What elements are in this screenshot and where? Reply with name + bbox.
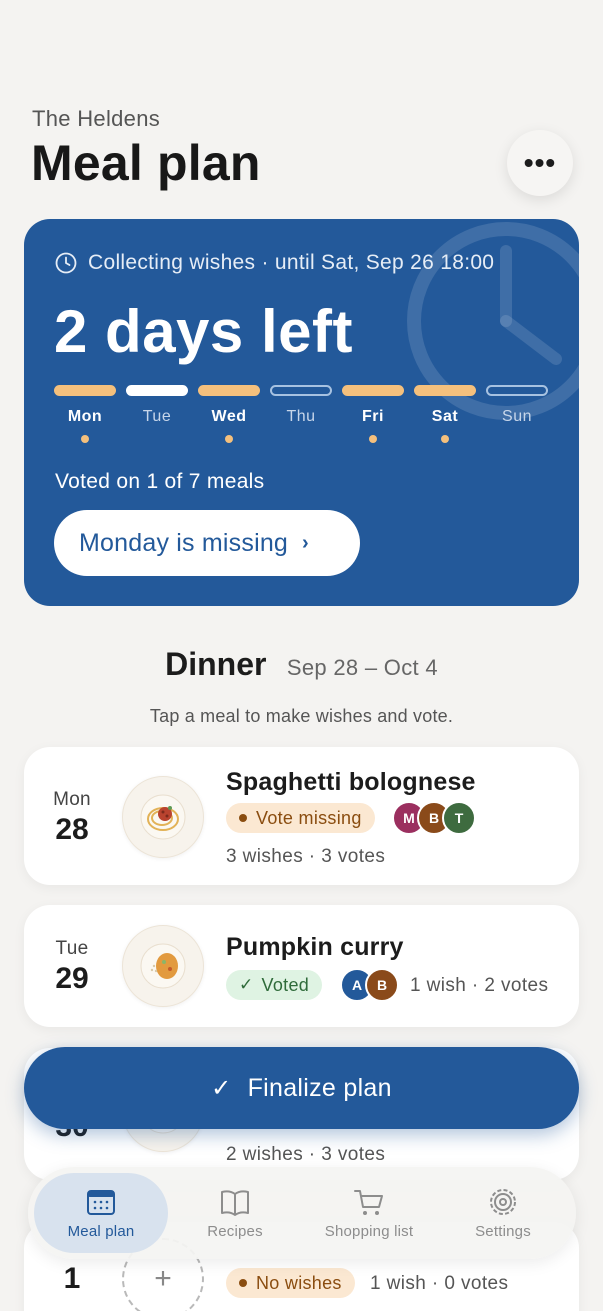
meal-day-number: 1 — [63, 1262, 81, 1295]
tab-label: Settings — [475, 1222, 531, 1240]
checkmark-icon: ✓ — [239, 975, 254, 994]
status-badge: ✓ Voted — [226, 970, 323, 1000]
day-progress-bar — [126, 385, 188, 396]
week-day-wed[interactable]: Wed — [198, 385, 260, 443]
day-label: Mon — [67, 408, 103, 425]
cart-icon — [354, 1189, 383, 1215]
day-progress-bar — [198, 385, 260, 396]
page-title: Meal plan — [31, 135, 261, 191]
date-range: Sep 28 – Oct 4 — [286, 655, 438, 680]
day-progress-bar — [486, 385, 548, 396]
meal-stats: 1 wish · 2 votes — [410, 975, 549, 996]
meal-plate-image — [122, 776, 204, 858]
tab-label: Shopping list — [324, 1222, 414, 1240]
calendar-icon — [87, 1189, 115, 1215]
day-label: Thu — [286, 408, 316, 425]
avatar: B — [365, 968, 399, 1002]
ellipsis-icon: ••• — [523, 147, 557, 178]
voted-dot — [369, 435, 377, 443]
status-badge: Vote missing — [226, 803, 375, 833]
tab-label: Recipes — [207, 1222, 263, 1240]
day-label: Wed — [211, 408, 247, 425]
tab-label: Meal plan — [67, 1222, 135, 1240]
collecting-wishes-label: Collecting wishes · until Sat, Sep 26 18… — [54, 251, 494, 275]
day-progress-bar — [342, 385, 404, 396]
clock-icon — [55, 252, 77, 274]
spaghetti-plate-icon — [140, 794, 186, 840]
meal-name: Pumpkin curry — [226, 933, 404, 961]
voted-dot — [153, 435, 161, 443]
day-progress-bar — [270, 385, 332, 396]
tab-shopping-list[interactable]: Shopping list — [302, 1173, 436, 1253]
week-day-mon[interactable]: Mon — [54, 385, 116, 443]
day-progress-bar — [414, 385, 476, 396]
day-label: Sat — [431, 408, 459, 425]
bullet-icon — [239, 1279, 247, 1287]
curry-plate-icon — [140, 943, 186, 989]
meal-day-number: 29 — [55, 962, 89, 995]
meal-stats: 2 wishes · 3 votes — [226, 1144, 386, 1165]
meal-date: Mon 28 — [24, 789, 120, 847]
voted-dot — [297, 435, 305, 443]
tab-meal-plan[interactable]: Meal plan — [34, 1173, 168, 1253]
week-day-tue[interactable]: Tue — [126, 385, 188, 443]
more-options-button[interactable]: ••• — [507, 130, 573, 196]
voter-avatars: MBT — [392, 801, 476, 835]
tab-settings[interactable]: Settings — [436, 1173, 570, 1253]
bottom-tab-bar: Meal plan Recipes Shopping list Settings — [28, 1167, 576, 1259]
week-day-sat[interactable]: Sat — [414, 385, 476, 443]
missing-day-label: Monday is missing — [79, 528, 289, 557]
meal-plate-image — [122, 925, 204, 1007]
meal-name: Spaghetti bolognese — [226, 768, 476, 796]
chevron-right-icon: › — [302, 531, 309, 554]
week-day-thu[interactable]: Thu — [270, 385, 332, 443]
section-hint: Tap a meal to make wishes and vote. — [149, 706, 454, 726]
meal-day-number: 28 — [55, 813, 89, 846]
meal-weekday: Mon — [53, 789, 91, 810]
meal-date: 1 — [24, 1260, 120, 1296]
meal-weekday: Tue — [55, 938, 89, 959]
household-name: The Heldens — [32, 106, 161, 131]
days-left-heading: 2 days left — [54, 298, 353, 365]
week-day-fri[interactable]: Fri — [342, 385, 404, 443]
week-progress: Mon Tue Wed Thu Fri Sat Sun — [54, 385, 548, 443]
finalize-label: Finalize plan — [247, 1073, 392, 1102]
section-title: Dinner — [165, 646, 267, 682]
plus-icon: + — [154, 1262, 172, 1295]
meal-card[interactable]: Tue 29 Pumpkin curry ✓ Voted AB 1 wish ·… — [24, 905, 579, 1027]
missing-day-button[interactable]: Monday is missing › — [54, 510, 360, 576]
week-day-sun[interactable]: Sun — [486, 385, 548, 443]
book-icon — [221, 1189, 249, 1216]
voted-summary: Voted on 1 of 7 meals — [55, 470, 265, 493]
voted-dot — [441, 435, 449, 443]
meal-card[interactable]: Mon 28 Spaghetti bolognese Vote missing … — [24, 747, 579, 885]
voter-avatars: AB — [340, 968, 399, 1002]
meal-stats: 1 wish · 0 votes — [370, 1273, 509, 1294]
day-label: Fri — [362, 408, 384, 425]
checkmark-icon: ✓ — [211, 1074, 232, 1102]
day-label: Sun — [502, 408, 532, 425]
collecting-text: Collecting wishes · until Sat, Sep 26 18… — [88, 251, 495, 274]
day-label: Tue — [142, 408, 172, 425]
meal-stats: 3 wishes · 3 votes — [226, 846, 386, 867]
voted-dot — [81, 435, 89, 443]
tab-recipes[interactable]: Recipes — [168, 1173, 302, 1253]
status-label: No wishes — [256, 1272, 342, 1293]
finalize-plan-button[interactable]: ✓ Finalize plan — [24, 1047, 579, 1129]
voted-dot — [513, 435, 521, 443]
status-label: Voted — [261, 974, 310, 995]
meal-date: Tue 29 — [24, 938, 120, 996]
voted-dot — [225, 435, 233, 443]
bullet-icon — [239, 814, 247, 822]
gear-icon — [490, 1188, 516, 1215]
status-badge: No wishes — [226, 1268, 355, 1298]
voting-status-card: Collecting wishes · until Sat, Sep 26 18… — [24, 219, 579, 606]
day-progress-bar — [54, 385, 116, 396]
dinner-section-header: Dinner Sep 28 – Oct 4 — [0, 646, 603, 683]
status-label: Vote missing — [256, 807, 362, 828]
avatar: T — [442, 801, 476, 835]
